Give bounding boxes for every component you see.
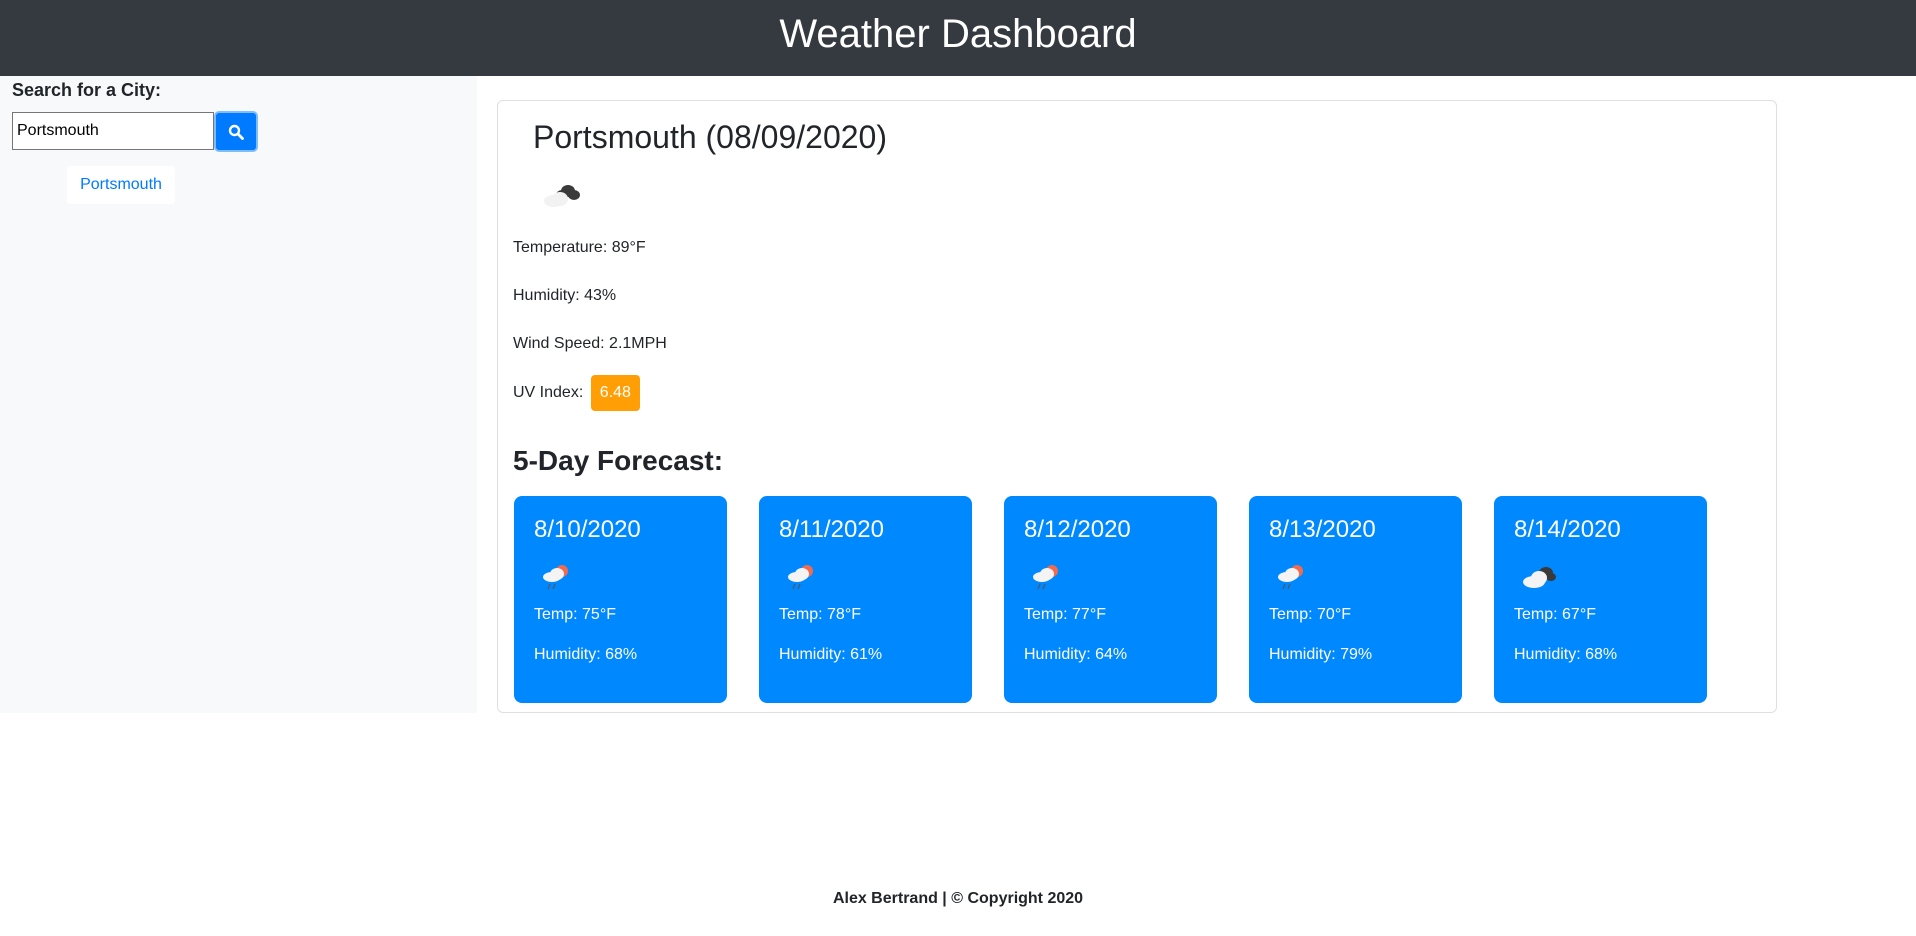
forecast-humidity: Humidity: 68% xyxy=(534,646,638,663)
search-sidebar: Search for a City: Portsmouth xyxy=(0,76,477,713)
search-history-item[interactable]: Portsmouth xyxy=(67,166,175,204)
uv-index-label: UV Index: xyxy=(513,384,588,401)
app-header: Weather Dashboard xyxy=(0,0,1916,76)
forecast-temp: Temp: 75°F xyxy=(534,606,616,623)
wind-speed-text: Wind Speed: 2.1MPH xyxy=(513,335,667,352)
forecast-temp: Temp: 78°F xyxy=(779,606,861,623)
uv-index-row: UV Index: 6.48 xyxy=(513,375,640,411)
rain-sun-icon xyxy=(1033,565,1058,590)
forecast-date: 8/14/2020 xyxy=(1514,516,1621,543)
forecast-date: 8/10/2020 xyxy=(534,516,641,543)
forecast-card: 8/12/2020 Temp: 77°F Humidity: 64% xyxy=(1004,496,1217,703)
forecast-temp: Temp: 70°F xyxy=(1269,606,1351,623)
forecast-humidity: Humidity: 64% xyxy=(1024,646,1128,663)
footer-copyright: Alex Bertrand | © Copyright 2020 xyxy=(832,890,1084,907)
forecast-card: 8/10/2020 Temp: 75°F Humidity: 68% xyxy=(514,496,727,703)
forecast-date: 8/12/2020 xyxy=(1024,516,1131,543)
forecast-temp: Temp: 67°F xyxy=(1514,606,1596,623)
page-title: Weather Dashboard xyxy=(779,12,1137,56)
city-search-input[interactable] xyxy=(12,112,214,150)
forecast-card: 8/13/2020 Temp: 70°F Humidity: 79% xyxy=(1249,496,1462,703)
forecast-temp: Temp: 77°F xyxy=(1024,606,1106,623)
forecast-card: 8/14/2020 Temp: 67°F Humidity: 68% xyxy=(1494,496,1707,703)
city-date-title: Portsmouth (08/09/2020) xyxy=(533,119,887,155)
forecast-date: 8/13/2020 xyxy=(1269,516,1376,543)
broken-clouds-icon xyxy=(544,185,580,207)
forecast-humidity: Humidity: 61% xyxy=(779,646,883,663)
rain-sun-icon xyxy=(1278,565,1303,590)
search-button[interactable] xyxy=(214,111,258,152)
temperature-text: Temperature: 89°F xyxy=(513,239,646,256)
rain-sun-icon xyxy=(788,565,813,590)
search-label: Search for a City: xyxy=(12,80,162,100)
forecast-heading: 5-Day Forecast: xyxy=(513,445,724,476)
forecast-humidity: Humidity: 79% xyxy=(1269,646,1373,663)
uv-index-badge: 6.48 xyxy=(590,375,640,411)
forecast-card: 8/11/2020 Temp: 78°F Humidity: 61% xyxy=(759,496,972,703)
search-icon xyxy=(228,124,244,140)
forecast-humidity: Humidity: 68% xyxy=(1514,646,1618,663)
rain-sun-icon xyxy=(543,565,568,590)
humidity-text: Humidity: 43% xyxy=(513,287,617,304)
forecast-date: 8/11/2020 xyxy=(779,516,884,543)
current-weather-card: Portsmouth (08/09/2020) Temperature: 89°… xyxy=(497,100,1777,713)
broken-clouds-icon xyxy=(1523,567,1556,588)
